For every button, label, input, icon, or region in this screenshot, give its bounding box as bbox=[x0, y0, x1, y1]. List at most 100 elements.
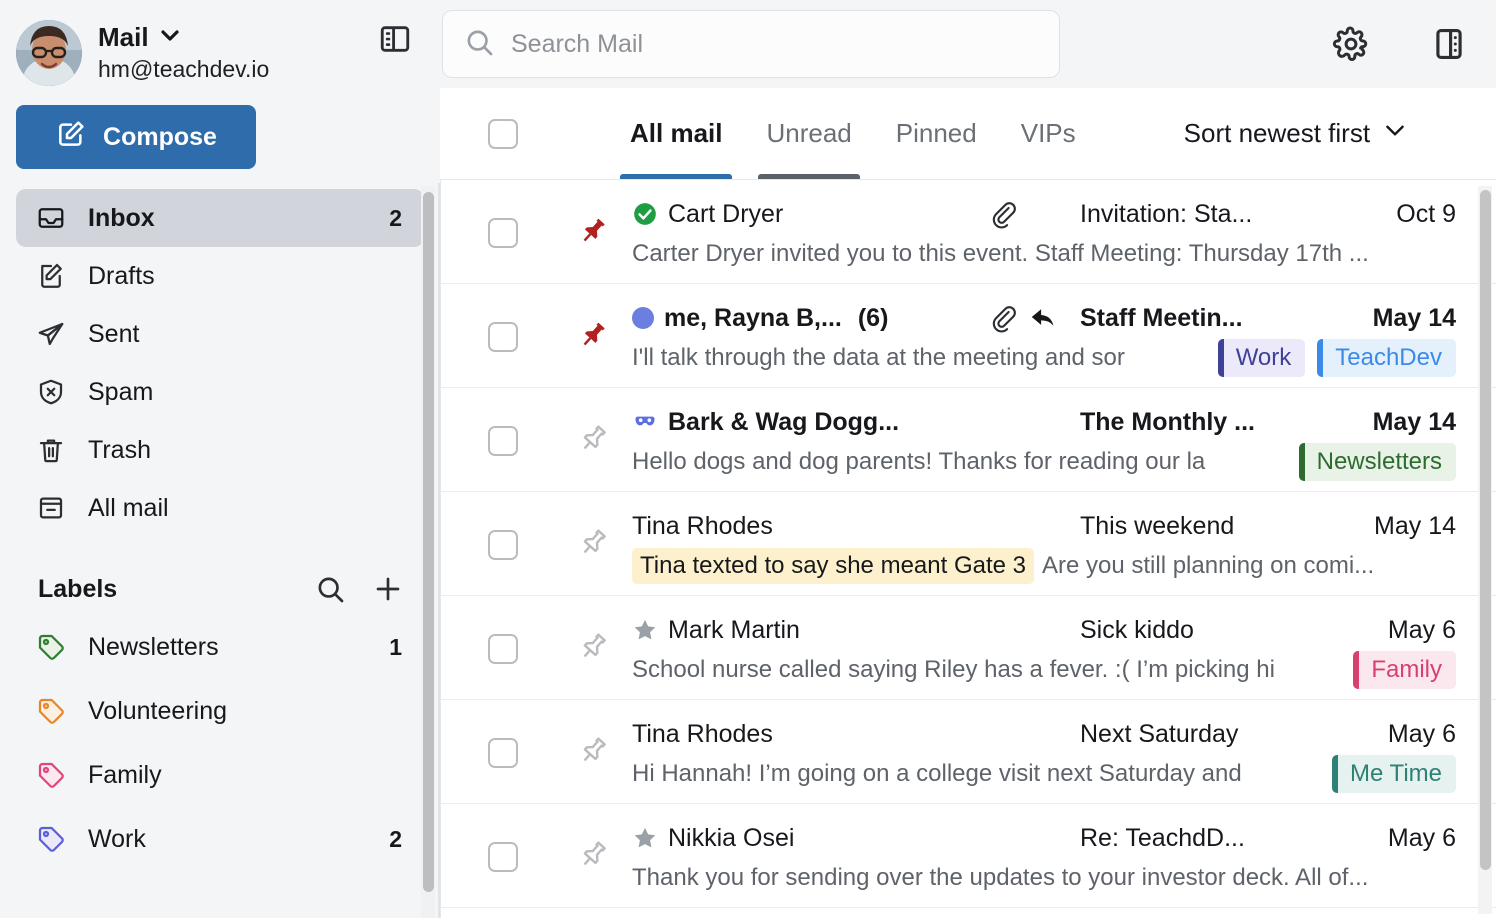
row-checkbox[interactable] bbox=[488, 218, 518, 248]
pin-icon-inactive[interactable] bbox=[576, 630, 610, 664]
select-all-checkbox[interactable] bbox=[488, 118, 518, 149]
sidebar-item-trash[interactable]: Trash bbox=[16, 421, 424, 479]
tag-icon bbox=[36, 824, 66, 854]
sidebar-item-all-mail[interactable]: All mail bbox=[16, 479, 424, 537]
sidebar-item-drafts[interactable]: Drafts bbox=[16, 247, 424, 305]
table-row[interactable]: Nikkia Osei Re: TeachdD... May 6 Thank y… bbox=[440, 804, 1496, 908]
sidebar-label-name: Family bbox=[88, 760, 162, 789]
search-bar[interactable] bbox=[442, 10, 1060, 78]
star-icon[interactable] bbox=[632, 617, 658, 643]
sidebar-scrollbar-thumb[interactable] bbox=[423, 192, 434, 892]
unread-dot bbox=[632, 307, 654, 329]
gear-icon[interactable] bbox=[1332, 25, 1370, 63]
panel-layout-icon[interactable] bbox=[1430, 25, 1468, 63]
tab-pinned[interactable]: Pinned bbox=[874, 88, 999, 179]
row-checkbox[interactable] bbox=[488, 842, 518, 872]
preview-text: Are you still planning on comi... bbox=[1042, 552, 1375, 579]
subject: Invitation: Sta... bbox=[1080, 199, 1253, 228]
table-row[interactable]: Bark & Wag Dogg... The Monthly ... May 1… bbox=[440, 388, 1496, 492]
date: May 6 bbox=[1387, 823, 1456, 852]
sender-name: Nikkia Osei bbox=[668, 823, 795, 852]
account-text: Mail hm@teachdev.io bbox=[98, 22, 269, 84]
account-header[interactable]: Mail hm@teachdev.io bbox=[0, 0, 440, 92]
table-row[interactable]: Tina Rhodes Next Saturday May 6 Hi Hanna… bbox=[440, 700, 1496, 804]
label-chip-family[interactable]: Family bbox=[1353, 651, 1456, 689]
pin-icon-active[interactable] bbox=[576, 318, 610, 352]
search-input[interactable] bbox=[511, 29, 1039, 59]
sidebar-item-count: 2 bbox=[389, 204, 402, 231]
inbox-icon bbox=[36, 203, 66, 233]
table-row[interactable]: Mark Martin Sick kiddo May 6 School nurs… bbox=[440, 596, 1496, 700]
sidebar-item-label: All mail bbox=[88, 493, 169, 522]
sidebar-item-inbox[interactable]: Inbox 2 bbox=[16, 189, 424, 247]
app-name: Mail bbox=[98, 22, 149, 53]
sidebar-item-label: Spam bbox=[88, 377, 154, 406]
sidebar-item-sent[interactable]: Sent bbox=[16, 305, 424, 363]
row-checkbox[interactable] bbox=[488, 738, 518, 768]
sidebar-label-volunteering[interactable]: Volunteering bbox=[16, 679, 424, 743]
table-row[interactable]: Cart Dryer Invitation: Sta... Oct 9 Cart… bbox=[440, 180, 1496, 284]
label-chip-me-time[interactable]: Me Time bbox=[1331, 755, 1456, 793]
sidebar-label-work[interactable]: Work 2 bbox=[16, 807, 424, 871]
table-row[interactable]: Tina Rhodes This weekend May 14 Tina tex… bbox=[440, 492, 1496, 596]
pin-icon-inactive[interactable] bbox=[576, 526, 610, 560]
sidebar-scrollbar[interactable] bbox=[421, 186, 435, 918]
label-chip-teachdev[interactable]: TeachDev bbox=[1317, 339, 1456, 377]
sender-name: Bark & Wag Dogg... bbox=[668, 407, 900, 436]
tab-all-mail[interactable]: All mail bbox=[608, 88, 744, 179]
topbar bbox=[440, 0, 1496, 88]
sort-dropdown[interactable]: Sort newest first bbox=[1184, 117, 1408, 150]
all-mail-icon bbox=[36, 493, 66, 523]
sidebar-label-family[interactable]: Family bbox=[16, 743, 424, 807]
account-name-row[interactable]: Mail bbox=[98, 22, 269, 54]
tab-unread[interactable]: Unread bbox=[744, 88, 873, 179]
chip-group: Me Time bbox=[1331, 755, 1456, 793]
row-checkbox[interactable] bbox=[488, 322, 518, 352]
tabbar: All mail Unread Pinned VIPs Sort newest … bbox=[440, 88, 1496, 180]
chevron-down-icon[interactable] bbox=[158, 23, 182, 54]
avatar[interactable] bbox=[16, 20, 82, 86]
tab-list: All mail Unread Pinned VIPs bbox=[608, 88, 1098, 179]
panel-layout-icon[interactable] bbox=[378, 22, 412, 56]
spam-icon bbox=[36, 377, 66, 407]
pin-icon-inactive[interactable] bbox=[576, 838, 610, 872]
star-icon[interactable] bbox=[632, 825, 658, 851]
subject: The Monthly ... bbox=[1080, 407, 1255, 436]
row-checkbox[interactable] bbox=[488, 530, 518, 560]
pin-icon-inactive[interactable] bbox=[576, 734, 610, 768]
labels-list: Newsletters 1 Volunteering Family Work 2 bbox=[0, 615, 440, 871]
compose-button[interactable]: Compose bbox=[16, 105, 256, 169]
sidebar-item-spam[interactable]: Spam bbox=[16, 363, 424, 421]
chip-group: Work TeachDev bbox=[1217, 339, 1456, 377]
subject: Staff Meetin... bbox=[1080, 303, 1243, 332]
message-list-scrollbar-thumb[interactable] bbox=[1480, 190, 1491, 870]
verified-check-icon bbox=[632, 201, 658, 227]
sidebar-label-newsletters[interactable]: Newsletters 1 bbox=[16, 615, 424, 679]
label-chip-work[interactable]: Work bbox=[1217, 339, 1306, 377]
sender-name: Tina Rhodes bbox=[632, 511, 773, 540]
drafts-icon bbox=[36, 261, 66, 291]
tag-icon bbox=[36, 696, 66, 726]
preview-text: Hello dogs and dog parents! Thanks for r… bbox=[632, 448, 1206, 475]
preview-text: Thank you for sending over the updates t… bbox=[632, 864, 1369, 891]
pin-icon-inactive[interactable] bbox=[576, 422, 610, 456]
preview-text: Carter Dryer invited you to this event. … bbox=[632, 240, 1369, 267]
pin-icon-active[interactable] bbox=[576, 214, 610, 248]
row-checkbox[interactable] bbox=[488, 426, 518, 456]
date: May 14 bbox=[1372, 303, 1456, 332]
row-checkbox[interactable] bbox=[488, 634, 518, 664]
preview-text: I'll talk through the data at the meetin… bbox=[632, 344, 1125, 371]
label-chip-newsletters[interactable]: Newsletters bbox=[1298, 443, 1456, 481]
table-row[interactable]: me, Rayna B,... (6) Staff Meetin... May … bbox=[440, 284, 1496, 388]
plus-icon[interactable] bbox=[372, 573, 404, 605]
subject: Re: TeachdD... bbox=[1080, 823, 1245, 852]
date: May 14 bbox=[1372, 407, 1456, 436]
tag-icon bbox=[36, 632, 66, 662]
sidebar-label-name: Volunteering bbox=[88, 696, 228, 725]
tab-vips[interactable]: VIPs bbox=[999, 88, 1098, 179]
compose-pencil-icon bbox=[55, 118, 87, 157]
preview-text: School nurse called saying Riley has a f… bbox=[632, 656, 1275, 683]
sender-name: Tina Rhodes bbox=[632, 719, 773, 748]
message-list-scrollbar[interactable] bbox=[1478, 186, 1492, 914]
search-icon[interactable] bbox=[314, 573, 346, 605]
